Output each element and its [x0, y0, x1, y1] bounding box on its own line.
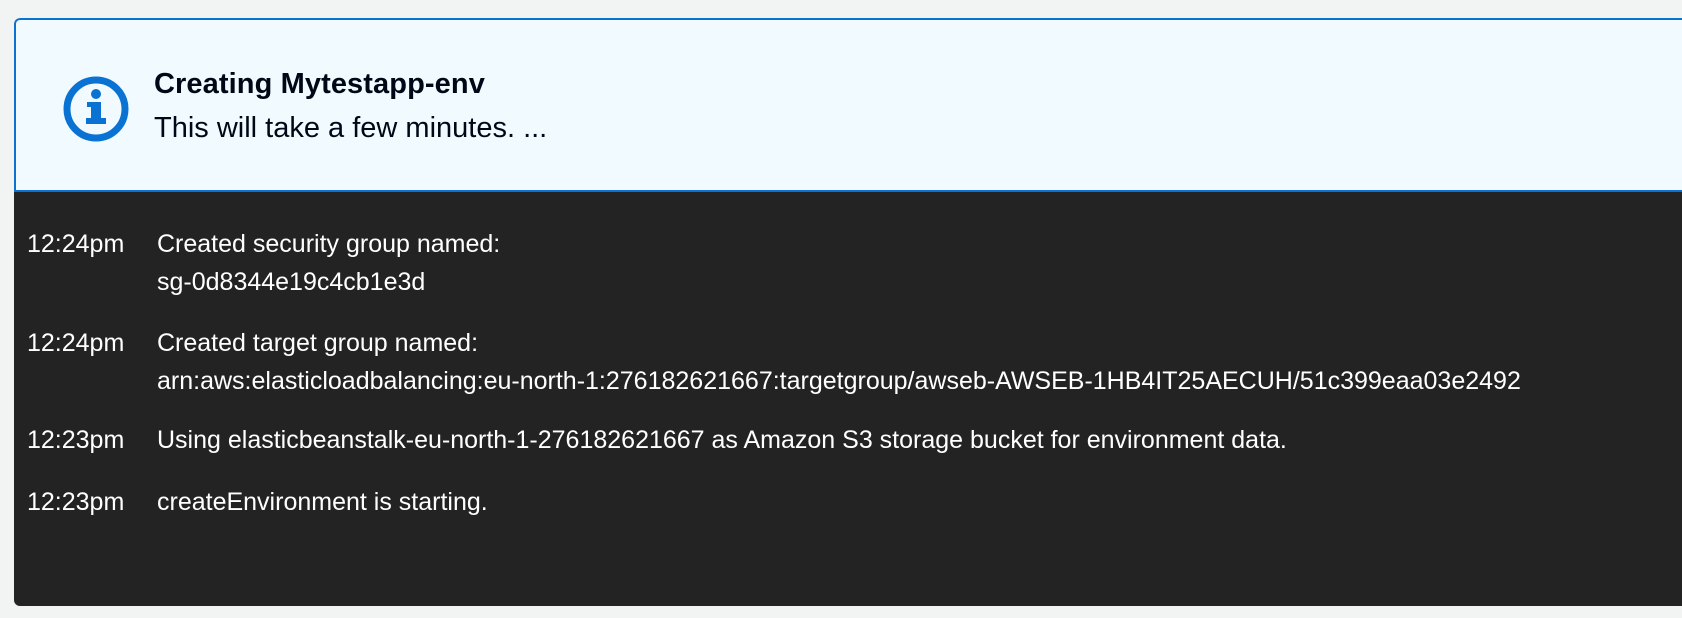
event-message-line: Using elasticbeanstalk-eu-north-1-276182… — [157, 426, 1287, 454]
event-time: 12:24pm — [27, 329, 125, 357]
event-message-line: arn:aws:elasticloadbalancing:eu-north-1:… — [157, 367, 1521, 395]
event-message-line: Created target group named: — [157, 329, 479, 357]
flash-message: This will take a few minutes. ... — [154, 112, 548, 144]
event-message: Using elasticbeanstalk-eu-north-1-276182… — [157, 421, 1677, 459]
event-message-line: createEnvironment is starting. — [157, 488, 488, 516]
event-message-line: sg-0d8344e19c4cb1e3d — [157, 268, 426, 296]
event-message: Created security group named: sg-0d8344e… — [157, 225, 1677, 301]
flash-title: Creating Mytestapp-env — [154, 68, 485, 100]
event-message: createEnvironment is starting. — [157, 483, 1677, 521]
event-message-line: Created security group named: — [157, 230, 501, 258]
event-message: Created target group named: arn:aws:elas… — [157, 324, 1677, 400]
info-flashbar: Creating Mytestapp-env This will take a … — [14, 18, 1682, 192]
environment-creation-panel: Creating Mytestapp-env This will take a … — [14, 18, 1682, 606]
event-time: 12:23pm — [27, 488, 125, 516]
event-time: 12:24pm — [27, 230, 125, 258]
event-log: 12:24pm Created security group named: sg… — [14, 192, 1682, 606]
event-time: 12:23pm — [27, 426, 125, 454]
info-icon — [60, 73, 132, 145]
